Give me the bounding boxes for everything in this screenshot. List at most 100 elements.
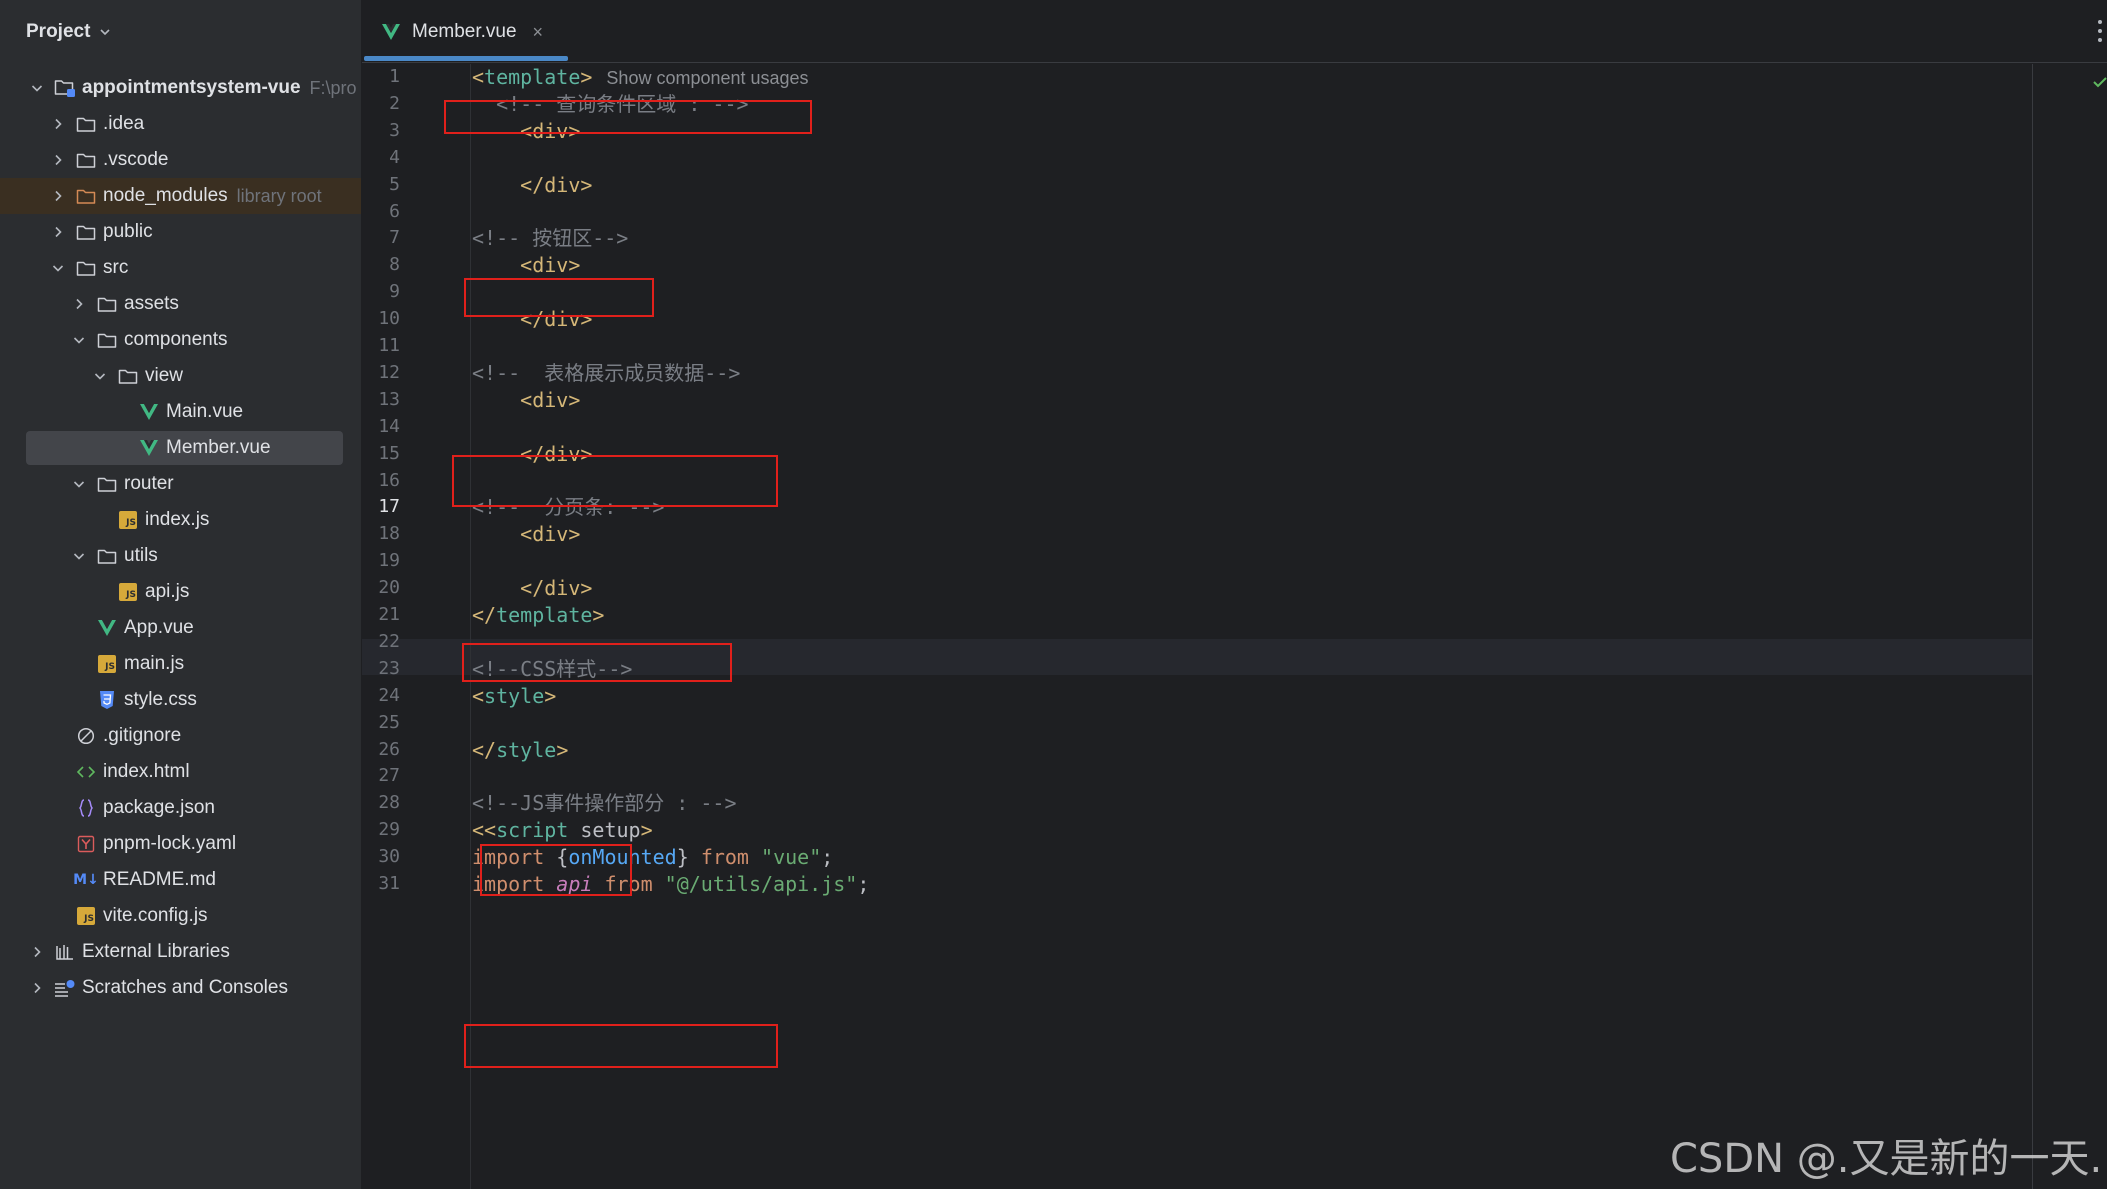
annotation-box-button-area — [464, 278, 654, 317]
chevron-down-icon[interactable] — [72, 549, 86, 563]
tree-expander[interactable] — [49, 223, 67, 241]
tree-item-label: appointmentsystem-vue — [82, 77, 301, 98]
tree-item[interactable]: assets — [0, 286, 361, 322]
gitignore-file-icon — [75, 725, 97, 747]
tree-item[interactable]: pnpm-lock.yaml — [0, 826, 361, 862]
annotation-box-js — [464, 1024, 778, 1068]
tree-item-label: style.css — [124, 689, 197, 710]
tree-item[interactable]: Scratches and Consoles — [0, 970, 361, 1006]
line-number-gutter[interactable]: 1 2 3 4 5 6 7 8 9 10 11 12 13 14 15 16 17 18 19 20 21 22 23 24 2… — [362, 64, 452, 1189]
tree-expander[interactable] — [49, 151, 67, 169]
tree-item[interactable]: router — [0, 466, 361, 502]
tree-item-label: index.html — [103, 761, 190, 782]
chevron-down-icon[interactable] — [30, 81, 44, 95]
close-tab-icon[interactable]: × — [533, 22, 544, 43]
tree-expander[interactable] — [49, 187, 67, 205]
tree-item[interactable]: src — [0, 250, 361, 286]
code-token: style — [484, 683, 545, 708]
inspection-ok-icon[interactable] — [2092, 74, 2107, 90]
chevron-down-icon[interactable] — [51, 261, 65, 275]
code-token: </ — [472, 737, 497, 762]
annotation-box-query-area — [444, 100, 812, 134]
code-left-guide — [470, 64, 471, 1189]
vue-file-icon — [96, 617, 118, 639]
code-line[interactable]: <div> — [472, 516, 580, 552]
tab-member-vue[interactable]: Member.vue × — [380, 12, 543, 52]
code-line[interactable]: <div> — [472, 382, 580, 418]
line-number[interactable]: 31 — [362, 866, 400, 902]
annotation-box-table-area — [452, 455, 778, 507]
tree-item-label: main.js — [124, 653, 185, 674]
code-token: ; — [857, 872, 870, 896]
code-line[interactable]: </div> — [472, 167, 592, 203]
tree-item[interactable]: External Libraries — [0, 934, 361, 970]
chevron-right-icon[interactable] — [51, 117, 65, 131]
tree-item[interactable]: M↓ README.md — [0, 862, 361, 898]
tree-expander[interactable] — [70, 295, 88, 313]
chevron-down-icon[interactable] — [93, 369, 107, 383]
tree-item-label: External Libraries — [82, 941, 230, 962]
folder-icon — [96, 545, 118, 567]
tree-item-label: src — [103, 257, 129, 278]
code-line[interactable]: </style> — [472, 732, 568, 768]
tree-item[interactable]: package.json — [0, 790, 361, 826]
folder-icon — [96, 473, 118, 495]
chevron-right-icon[interactable] — [51, 189, 65, 203]
chevron-down-icon — [100, 29, 110, 36]
tree-item[interactable]: JS vite.config.js — [0, 898, 361, 934]
tree-item[interactable]: Member.vue — [0, 430, 361, 466]
tree-item-label: Main.vue — [166, 401, 244, 422]
tree-expander[interactable] — [91, 367, 109, 385]
tree-item-label: view — [145, 365, 184, 386]
chevron-right-icon[interactable] — [72, 297, 86, 311]
project-view-selector[interactable]: Project — [26, 16, 112, 48]
tree-item[interactable]: index.html — [0, 754, 361, 790]
code-line[interactable]: <style> — [472, 678, 556, 714]
tree-item-label: package.json — [103, 797, 215, 818]
code-token: <div> — [472, 387, 581, 412]
tree-item[interactable]: style.css — [0, 682, 361, 718]
tree-item[interactable]: node_modules library root — [0, 178, 361, 214]
tree-item[interactable]: JS index.js — [0, 502, 361, 538]
code-editor[interactable]: <template> Show component usages <!-- 查询条… — [472, 64, 2032, 1189]
external-libraries-icon — [54, 941, 76, 963]
chevron-right-icon[interactable] — [30, 945, 44, 959]
tree-item[interactable]: .vscode — [0, 142, 361, 178]
tree-item-label: components — [124, 329, 228, 350]
right-margin-guide — [2032, 64, 2033, 1189]
tree-item[interactable]: public — [0, 214, 361, 250]
tree-item[interactable]: Main.vue — [0, 394, 361, 430]
tree-expander[interactable] — [28, 979, 46, 997]
chevron-down-icon[interactable] — [72, 333, 86, 347]
chevron-right-icon[interactable] — [51, 153, 65, 167]
tree-item-label: router — [124, 473, 174, 494]
tree-item[interactable]: JS api.js — [0, 574, 361, 610]
tree-item[interactable]: view — [0, 358, 361, 394]
folder-icon — [75, 221, 97, 243]
tree-expander[interactable] — [28, 79, 46, 97]
tree-item[interactable]: .idea — [0, 106, 361, 142]
tree-item-label: .vscode — [103, 149, 169, 170]
chevron-right-icon[interactable] — [51, 225, 65, 239]
tree-item[interactable]: JS main.js — [0, 646, 361, 682]
tree-item[interactable]: App.vue — [0, 610, 361, 646]
tree-item[interactable]: utils — [0, 538, 361, 574]
tree-expander[interactable] — [49, 115, 67, 133]
tree-expander[interactable] — [70, 475, 88, 493]
tree-item[interactable]: .gitignore — [0, 718, 361, 754]
tree-item[interactable]: components — [0, 322, 361, 358]
more-vertical-icon[interactable] — [2097, 20, 2103, 42]
project-tree: appointmentsystem-vue F:\pro .idea .vscode n… — [0, 70, 361, 1006]
tree-expander[interactable] — [28, 943, 46, 961]
tree-item-label: .idea — [103, 113, 145, 134]
tree-expander[interactable] — [70, 547, 88, 565]
chevron-right-icon[interactable] — [30, 981, 44, 995]
tree-expander[interactable] — [70, 331, 88, 349]
scratches-icon — [54, 977, 76, 999]
tree-item[interactable]: appointmentsystem-vue F:\pro — [0, 70, 361, 106]
yaml-file-icon — [75, 833, 97, 855]
js-file-icon: JS — [117, 581, 139, 603]
tree-expander[interactable] — [49, 259, 67, 277]
code-line[interactable]: </template> — [472, 597, 604, 633]
chevron-down-icon[interactable] — [72, 477, 86, 491]
